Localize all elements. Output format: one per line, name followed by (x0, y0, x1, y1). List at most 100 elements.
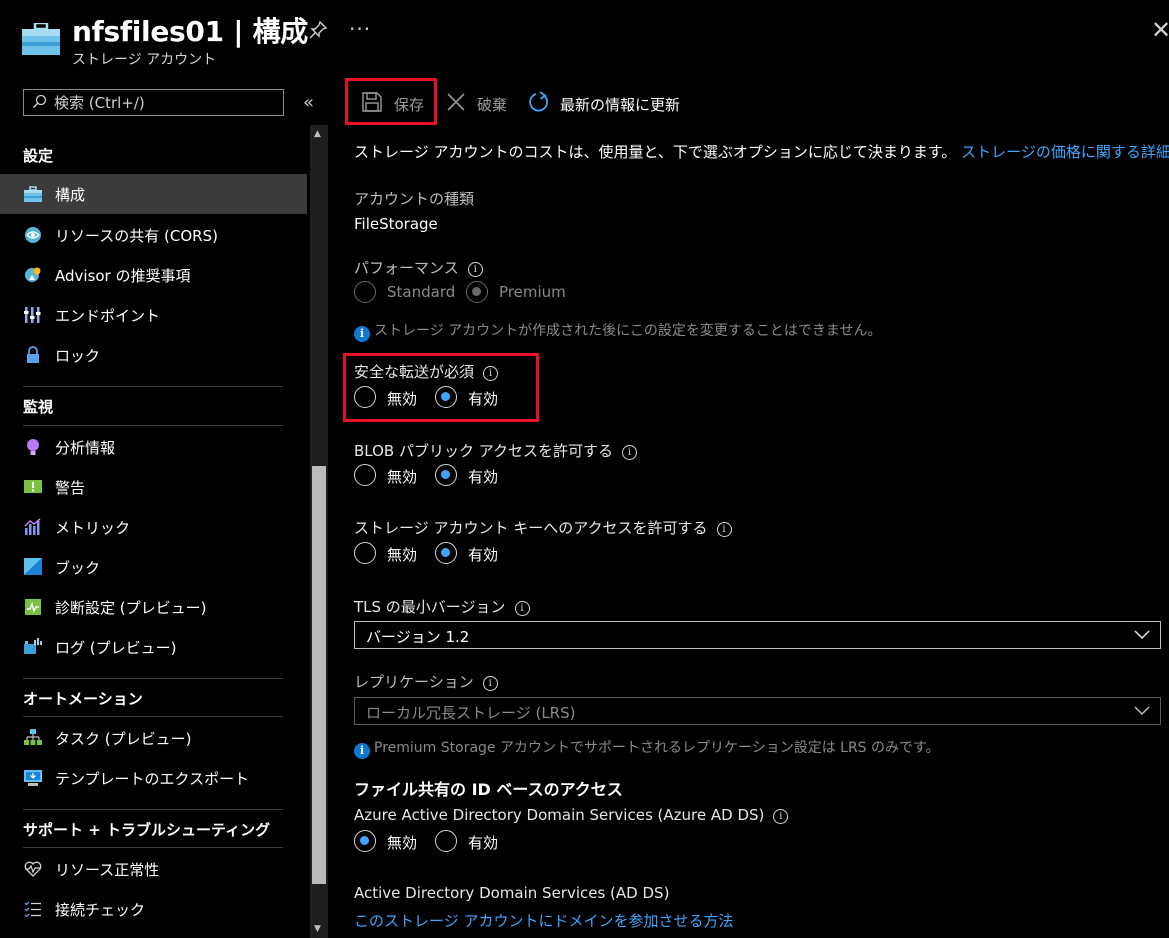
section-title-settings: 設定 (23, 147, 54, 165)
close-button[interactable]: ✕ (1151, 16, 1169, 44)
section-title-monitoring: 監視 (23, 398, 54, 416)
scroll-down-arrow-icon[interactable]: ▼ (314, 924, 321, 934)
radio-aadds-enabled[interactable]: 有効 (435, 829, 505, 855)
pin-icon[interactable] (308, 20, 328, 40)
section-title-support: サポート + トラブルシューティング (23, 821, 271, 839)
more-options-button[interactable]: ··· (349, 17, 371, 41)
info-icon[interactable]: i (622, 445, 637, 460)
sidebar-search[interactable] (23, 89, 284, 116)
save-label: 保存 (394, 96, 425, 114)
radio-label: Premium (499, 283, 566, 301)
sidebar-item-label: 警告 (55, 479, 86, 497)
sidebar-item-diagnostics[interactable]: 診断設定 (プレビュー) (0, 587, 307, 627)
radio-blob-public-disabled[interactable]: 無効 (354, 463, 424, 489)
identity-heading: ファイル共有の ID ベースのアクセス (354, 780, 623, 799)
info-icon[interactable]: i (483, 366, 499, 381)
radio-label: 無効 (387, 390, 418, 408)
sidebar-item-advisor[interactable]: Advisor の推奨事項 (0, 255, 307, 295)
search-icon (32, 94, 47, 109)
tls-label-row: TLS の最小バージョン i (354, 596, 530, 617)
radio-secure-transfer-enabled[interactable]: 有効 (435, 385, 505, 411)
section-divider (23, 847, 283, 848)
radio-label: 有効 (468, 546, 499, 564)
info-icon[interactable]: i (514, 601, 530, 616)
discard-label: 破棄 (477, 96, 508, 114)
radio-key-access-disabled[interactable]: 無効 (354, 541, 424, 567)
sidebar-item-label: ログ (プレビュー) (55, 639, 177, 657)
radio-label: 有効 (468, 390, 499, 408)
key-access-label: ストレージ アカウント キーへのアクセスを許可する (354, 519, 708, 537)
sidebar-item-connectivity-check[interactable]: 接続チェック (0, 889, 307, 929)
save-icon (362, 92, 382, 112)
performance-radio-group: Standard Premium (354, 280, 574, 306)
performance-note-text: ストレージ アカウントが作成された後にこの設定を変更することはできません。 (374, 323, 882, 339)
checklist-icon (24, 901, 41, 918)
radio-label: 有効 (468, 834, 499, 852)
scrollbar-thumb[interactable] (312, 466, 326, 884)
performance-label-row: パフォーマンス i (354, 257, 483, 278)
sidebar-item-cors[interactable]: リソースの共有 (CORS) (0, 215, 307, 255)
blob-public-radio-group: 無効 有効 (354, 463, 514, 489)
blob-public-label-row: BLOB パブリック アクセスを許可する i (354, 440, 637, 461)
workbooks-icon (24, 558, 42, 575)
cors-icon (25, 227, 41, 243)
section-divider (23, 678, 283, 679)
sidebar-item-resource-health[interactable]: リソース正常性 (0, 849, 307, 889)
sidebar-item-label: リソースの共有 (CORS) (55, 227, 218, 245)
sidebar-item-label: ブック (55, 559, 101, 577)
search-input[interactable] (54, 92, 274, 113)
endpoints-icon (24, 307, 41, 323)
sidebar-item-tasks[interactable]: タスク (プレビュー) (0, 718, 307, 758)
radio-blob-public-enabled[interactable]: 有効 (435, 463, 505, 489)
account-kind-value: FileStorage (354, 215, 438, 233)
sidebar-item-logs[interactable]: ログ (プレビュー) (0, 627, 307, 667)
performance-note: i ストレージ アカウントが作成された後にこの設定を変更することはできません。 (354, 320, 881, 342)
sidebar-item-alerts[interactable]: 警告 (0, 467, 307, 507)
sidebar-item-label: 診断設定 (プレビュー) (55, 599, 207, 617)
info-filled-icon: i (354, 743, 370, 759)
adds-join-link[interactable]: このストレージ アカウントにドメインを参加させる方法 (354, 910, 733, 931)
sidebar-item-label: メトリック (55, 519, 131, 537)
discard-button[interactable]: 破棄 (446, 89, 514, 117)
sidebar-item-label: ロック (55, 347, 101, 365)
sidebar-item-export-template[interactable]: テンプレートのエクスポート (0, 758, 307, 798)
radio-aadds-disabled[interactable]: 無効 (354, 829, 424, 855)
export-template-icon (24, 770, 42, 786)
sidebar-item-lock[interactable]: ロック (0, 335, 307, 375)
key-access-label-row: ストレージ アカウント キーへのアクセスを許可する i (354, 517, 732, 538)
chevron-down-icon (1134, 706, 1150, 716)
sidebar-item-workbooks[interactable]: ブック (0, 547, 307, 587)
sidebar-item-configuration[interactable]: 構成 (0, 174, 307, 214)
collapse-sidebar-button[interactable]: « (303, 92, 314, 113)
section-divider (23, 386, 283, 387)
info-icon[interactable]: i (482, 676, 498, 691)
tls-version-select[interactable]: バージョン 1.2 (354, 621, 1161, 649)
cost-description: ストレージ アカウントのコストは、使用量と、下で選ぶオプションに応じて決まります… (354, 141, 1169, 162)
radio-secure-transfer-disabled[interactable]: 無効 (354, 385, 424, 411)
sidebar-item-endpoints[interactable]: エンドポイント (0, 295, 307, 335)
pricing-link[interactable]: ストレージの価格に関する詳細情報 (961, 143, 1169, 161)
info-icon[interactable]: i (716, 522, 732, 537)
radio-label: Standard (387, 283, 456, 301)
sidebar-item-label: 接続チェック (55, 901, 146, 919)
page-title: nfsfiles01 | 構成 (72, 15, 309, 48)
page-subtitle: ストレージ アカウント (72, 52, 217, 68)
refresh-button[interactable]: 最新の情報に更新 (528, 89, 698, 117)
alerts-icon (24, 480, 42, 493)
section-divider (23, 716, 283, 717)
sidebar-item-insights[interactable]: 分析情報 (0, 427, 307, 467)
info-icon[interactable]: i (773, 809, 789, 824)
radio-label: 無効 (387, 468, 418, 486)
radio-key-access-enabled[interactable]: 有効 (435, 541, 505, 567)
refresh-icon (529, 91, 549, 112)
info-icon[interactable]: i (467, 262, 483, 277)
sidebar-item-metrics[interactable]: メトリック (0, 507, 307, 547)
scroll-up-arrow-icon[interactable]: ▲ (314, 129, 321, 139)
close-icon (447, 93, 465, 111)
sidebar-item-label: 分析情報 (55, 439, 116, 457)
replication-label-row: レプリケーション i (354, 671, 498, 692)
radio-premium: Premium (466, 280, 566, 306)
save-button[interactable]: 保存 (362, 89, 430, 117)
heart-pulse-icon (24, 861, 42, 877)
tasks-icon (24, 729, 42, 745)
